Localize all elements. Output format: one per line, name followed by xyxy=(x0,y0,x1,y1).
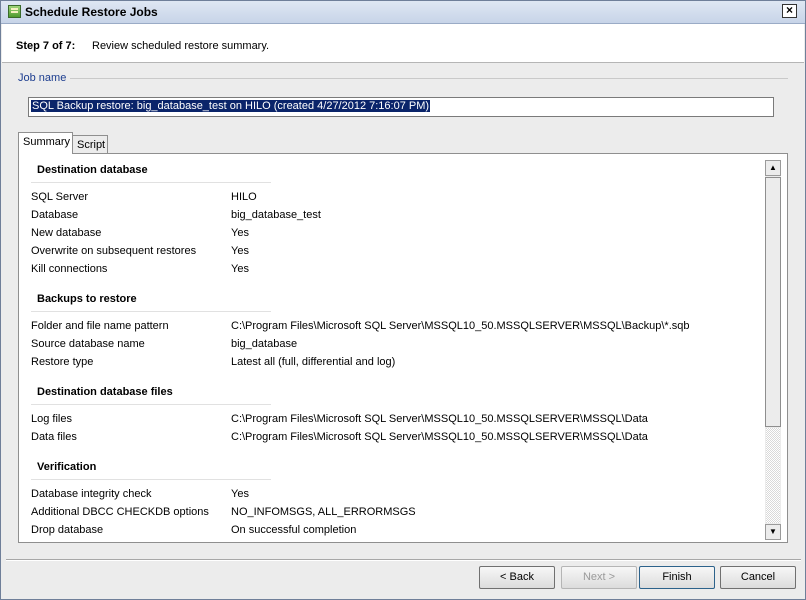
row-label: Folder and file name pattern xyxy=(31,320,169,332)
app-icon xyxy=(8,5,21,18)
job-name-input[interactable]: SQL Backup restore: big_database_test on… xyxy=(28,97,774,117)
section-divider xyxy=(31,404,271,405)
tab-script-label: Script xyxy=(77,139,106,151)
section-divider xyxy=(31,182,271,183)
row-value: NO_INFOMSGS, ALL_ERRORMSGS xyxy=(231,506,416,518)
row-label: Drop database xyxy=(31,524,104,536)
scroll-down-icon[interactable]: ▼ xyxy=(765,524,781,540)
step-indicator: Step 7 of 7: xyxy=(16,40,76,52)
row-value: Yes xyxy=(231,488,249,500)
row-value: Yes xyxy=(231,263,249,275)
row-label: Data files xyxy=(31,431,77,443)
wizard-header: Step 7 of 7: Review scheduled restore su… xyxy=(2,24,804,63)
row-value: C:\Program Files\Microsoft SQL Server\MS… xyxy=(231,320,690,332)
job-name-value: SQL Backup restore: big_database_test on… xyxy=(31,100,431,112)
summary-panel: Destination database SQL Server HILO Dat… xyxy=(18,153,788,543)
row-value: Latest all (full, differential and log) xyxy=(231,356,396,368)
scroll-up-icon[interactable]: ▲ xyxy=(765,160,781,176)
section-divider xyxy=(31,311,271,312)
section-heading-files: Destination database files xyxy=(37,386,173,398)
window-title: Schedule Restore Jobs xyxy=(25,5,158,19)
back-button[interactable]: < Back xyxy=(479,566,555,589)
footer-divider xyxy=(6,559,801,560)
close-button[interactable]: × xyxy=(782,4,797,18)
section-heading-backups: Backups to restore xyxy=(37,293,137,305)
row-label: Kill connections xyxy=(31,263,108,275)
scrollbar-thumb[interactable] xyxy=(765,177,781,427)
finish-button[interactable]: Finish xyxy=(639,566,715,589)
vertical-scrollbar[interactable]: ▲ ▼ xyxy=(765,160,781,540)
row-value: Yes xyxy=(231,227,249,239)
tab-summary-label: Summary xyxy=(23,136,71,148)
row-value: C:\Program Files\Microsoft SQL Server\MS… xyxy=(231,431,648,443)
cancel-button[interactable]: Cancel xyxy=(720,566,796,589)
row-value: C:\Program Files\Microsoft SQL Server\MS… xyxy=(231,413,648,425)
tab-summary[interactable]: Summary xyxy=(18,132,73,154)
row-value: On successful completion xyxy=(231,524,357,536)
row-label: Additional DBCC CHECKDB options xyxy=(31,506,209,518)
row-label: New database xyxy=(31,227,102,239)
row-value: big_database_test xyxy=(231,209,321,221)
section-heading-destination: Destination database xyxy=(37,164,148,176)
row-value: Yes xyxy=(231,245,249,257)
row-label: Log files xyxy=(31,413,72,425)
job-name-divider xyxy=(70,78,788,79)
scrollbar-track[interactable] xyxy=(766,428,780,523)
section-divider xyxy=(31,479,271,480)
section-heading-verification: Verification xyxy=(37,461,97,473)
row-label: Database xyxy=(31,209,79,221)
tab-script[interactable]: Script xyxy=(72,135,108,154)
row-label: Restore type xyxy=(31,356,94,368)
row-value: HILO xyxy=(231,191,257,203)
row-value: big_database xyxy=(231,338,298,350)
next-button[interactable]: Next > xyxy=(561,566,637,589)
job-name-label: Job name xyxy=(18,72,67,84)
summary-content: Destination database SQL Server HILO Dat… xyxy=(26,160,764,540)
title-bar: Schedule Restore Jobs × xyxy=(1,1,805,24)
row-label: SQL Server xyxy=(31,191,89,203)
dialog-window: Schedule Restore Jobs × Step 7 of 7: Rev… xyxy=(0,0,806,600)
row-label: Database integrity check xyxy=(31,488,152,500)
row-label: Overwrite on subsequent restores xyxy=(31,245,197,257)
step-description: Review scheduled restore summary. xyxy=(92,40,270,52)
row-label: Source database name xyxy=(31,338,145,350)
